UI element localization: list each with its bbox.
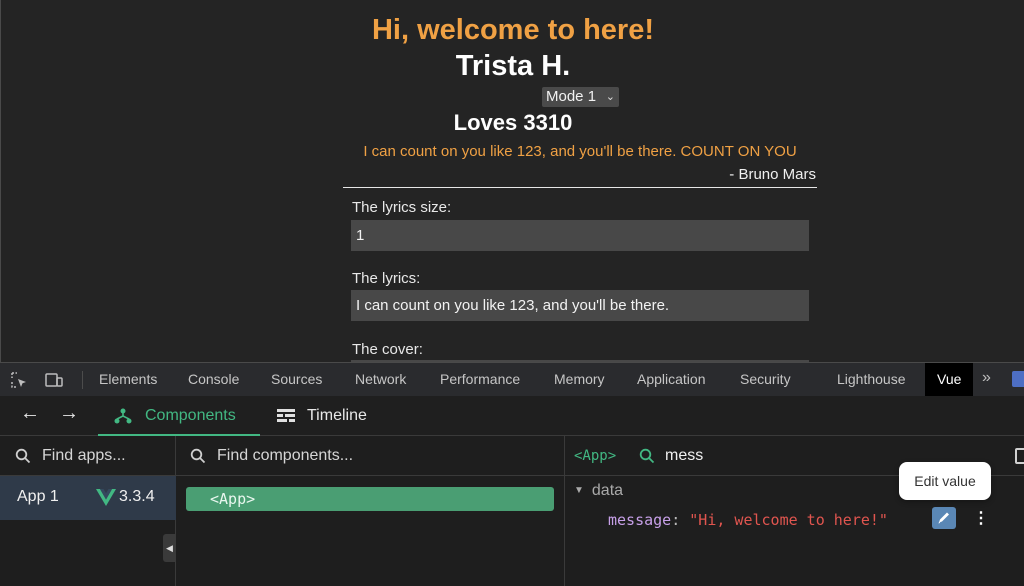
- vue-logo-icon: [96, 489, 116, 506]
- inspect-element-icon[interactable]: [10, 371, 28, 389]
- components-label: Components: [145, 407, 236, 424]
- component-inspector: <App> ▼ data message: "Hi, welcome to her…: [565, 436, 1024, 586]
- toolbar-divider: [82, 371, 83, 389]
- tab-memory[interactable]: Memory: [554, 363, 605, 396]
- device-toolbar-icon[interactable]: [45, 371, 63, 389]
- tab-vue[interactable]: Vue: [925, 363, 974, 396]
- tab-components[interactable]: Components: [98, 396, 260, 436]
- property-value[interactable]: "Hi, welcome to here!": [689, 511, 888, 529]
- cover-label: The cover:: [352, 341, 423, 358]
- chevron-down-icon: ⌄: [605, 91, 615, 103]
- timeline-label: Timeline: [307, 407, 367, 424]
- app-name: App 1: [17, 488, 59, 505]
- search-icon: [190, 448, 206, 464]
- timeline-icon: [277, 409, 295, 422]
- mode-select[interactable]: Mode 1 ⌄: [542, 87, 619, 107]
- tab-elements[interactable]: Elements: [99, 363, 157, 396]
- collapse-pane-icon[interactable]: ◀: [163, 534, 176, 562]
- inspected-component-name: <App>: [574, 448, 617, 464]
- data-section-label: data: [591, 482, 624, 499]
- tab-console[interactable]: Console: [188, 363, 239, 396]
- lyric-quote: I can count on you like 123, and you'll …: [363, 143, 797, 160]
- triangle-down-icon: ▼: [574, 485, 584, 496]
- lyric-attribution: - Bruno Mars: [729, 166, 816, 183]
- vue-devtools-panel: ← → Components Timeline Find apps... App…: [0, 396, 1024, 586]
- lyrics-size-label: The lyrics size:: [352, 199, 452, 216]
- find-components-search[interactable]: Find components...: [176, 436, 564, 476]
- edit-value-button[interactable]: [932, 507, 956, 529]
- component-tree-node-app[interactable]: <App>: [186, 487, 554, 511]
- author-name-heading: Trista H.: [455, 50, 571, 82]
- find-apps-placeholder: Find apps...: [42, 447, 126, 464]
- more-options-icon[interactable]: ⋮: [973, 508, 989, 528]
- components-tree-icon: [114, 408, 132, 424]
- app-page: Hi, welcome to here! Trista H. Mode 1 ⌄ …: [0, 0, 1024, 362]
- tab-application[interactable]: Application: [637, 363, 706, 396]
- double-chevron-right-icon[interactable]: »: [982, 369, 991, 387]
- devtools-tab-bar: Elements Console Sources Network Perform…: [0, 362, 1024, 396]
- search-icon: [15, 448, 31, 464]
- mode-select-value: Mode 1: [546, 88, 597, 105]
- data-property-row: message: "Hi, welcome to here!": [608, 511, 888, 529]
- property-colon: :: [671, 511, 690, 529]
- pencil-icon: [938, 512, 949, 524]
- data-section-header[interactable]: ▼ data: [574, 482, 623, 500]
- find-apps-search[interactable]: Find apps...: [0, 436, 175, 476]
- vue-devtools-nav: ← → Components Timeline: [0, 396, 1024, 436]
- greeting-heading: Hi, welcome to here!: [371, 14, 654, 46]
- apps-column: Find apps... App 1 3.3.4 ◀: [0, 436, 176, 586]
- tab-security[interactable]: Security: [740, 363, 791, 396]
- loves-heading: Loves 3310: [453, 110, 573, 135]
- copy-icon[interactable]: [1015, 448, 1024, 464]
- lyrics-size-input[interactable]: [351, 220, 809, 251]
- issues-badge-icon[interactable]: [1012, 371, 1024, 387]
- edit-value-tooltip: Edit value: [899, 462, 991, 500]
- component-tree-column: Find components... <App>: [176, 436, 565, 586]
- tab-sources[interactable]: Sources: [271, 363, 322, 396]
- search-icon: [639, 448, 655, 464]
- arrow-right-icon[interactable]: →: [59, 402, 79, 425]
- find-components-placeholder: Find components...: [217, 447, 354, 464]
- app-list-item[interactable]: App 1 3.3.4: [0, 476, 176, 520]
- divider: [343, 187, 817, 188]
- property-key: message: [608, 511, 672, 529]
- tab-performance[interactable]: Performance: [440, 363, 520, 396]
- lyrics-label: The lyrics:: [352, 270, 421, 287]
- lyrics-input[interactable]: [351, 290, 809, 321]
- tab-network[interactable]: Network: [355, 363, 406, 396]
- arrow-left-icon[interactable]: ←: [20, 402, 40, 425]
- vue-version: 3.3.4: [119, 488, 155, 505]
- tab-lighthouse[interactable]: Lighthouse: [837, 363, 906, 396]
